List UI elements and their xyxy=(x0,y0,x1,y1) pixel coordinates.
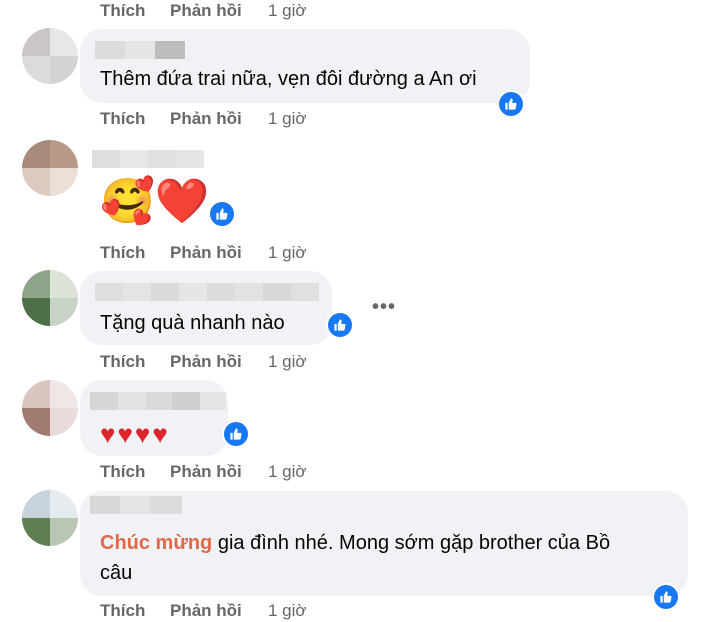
commenter-name[interactable] xyxy=(90,392,226,410)
like-action[interactable]: Thích xyxy=(100,1,170,21)
congrats-highlight[interactable]: Chúc mừng xyxy=(100,532,212,554)
thumbs-up-icon xyxy=(230,428,242,440)
reply-action[interactable]: Phản hồi xyxy=(170,352,268,372)
commenter-name[interactable] xyxy=(92,150,204,168)
like-reaction-badge[interactable] xyxy=(222,420,250,448)
more-horizontal-icon[interactable]: ••• xyxy=(372,296,396,319)
timestamp[interactable]: 1 giờ xyxy=(268,109,307,129)
like-reaction-badge[interactable] xyxy=(497,90,525,118)
like-action[interactable]: Thích xyxy=(100,462,170,482)
timestamp[interactable]: 1 giờ xyxy=(268,352,307,372)
reply-action[interactable]: Phản hồi xyxy=(170,462,268,482)
avatar[interactable] xyxy=(22,490,78,546)
reply-action[interactable]: Phản hồi xyxy=(170,243,268,263)
comment-actions-1: Thích Phản hồi 1 giờ xyxy=(100,108,307,130)
reply-action[interactable]: Phản hồi xyxy=(170,1,268,21)
comment-actions-5: Thích Phản hồi 1 giờ xyxy=(100,600,307,622)
timestamp[interactable]: 1 giờ xyxy=(268,243,307,263)
timestamp[interactable]: 1 giờ xyxy=(268,462,307,482)
comment-text: Chúc mừng gia đình nhé. Mong sớm gặp bro… xyxy=(100,532,611,554)
reply-action[interactable]: Phản hồi xyxy=(170,109,268,129)
commenter-name[interactable] xyxy=(90,496,182,514)
comment-text: Tặng quà nhanh nào xyxy=(100,312,285,334)
avatar[interactable] xyxy=(22,140,78,196)
thumbs-up-icon xyxy=(216,208,228,220)
like-action[interactable]: Thích xyxy=(100,601,170,621)
emoji-comment: ♥♥♥♥ xyxy=(100,419,170,449)
thumbs-up-icon xyxy=(660,591,672,603)
comment-actions-2: Thích Phản hồi 1 giờ xyxy=(100,242,307,264)
commenter-name[interactable] xyxy=(95,283,319,301)
comment-actions-0: Thích Phản hồi 1 giờ xyxy=(100,0,307,22)
timestamp[interactable]: 1 giờ xyxy=(268,1,307,21)
comment-text: Thêm đứa trai nữa, vẹn đôi đường a An ơi xyxy=(100,68,477,90)
reply-action[interactable]: Phản hồi xyxy=(170,601,268,621)
like-action[interactable]: Thích xyxy=(100,352,170,372)
like-action[interactable]: Thích xyxy=(100,109,170,129)
timestamp[interactable]: 1 giờ xyxy=(268,601,307,621)
thumbs-up-icon xyxy=(334,319,346,331)
like-reaction-badge[interactable] xyxy=(326,311,354,339)
comment-actions-4: Thích Phản hồi 1 giờ xyxy=(100,461,307,483)
like-reaction-badge[interactable] xyxy=(652,583,680,611)
emoji-comment: 🥰❤️ xyxy=(100,177,210,226)
thumbs-up-icon xyxy=(505,98,517,110)
avatar[interactable] xyxy=(22,28,78,84)
like-reaction-badge[interactable] xyxy=(208,200,236,228)
commenter-name[interactable] xyxy=(95,41,185,59)
comment-text-line2: câu xyxy=(100,562,133,584)
comment-actions-3: Thích Phản hồi 1 giờ xyxy=(100,351,307,373)
like-action[interactable]: Thích xyxy=(100,243,170,263)
avatar[interactable] xyxy=(22,270,78,326)
avatar[interactable] xyxy=(22,380,78,436)
